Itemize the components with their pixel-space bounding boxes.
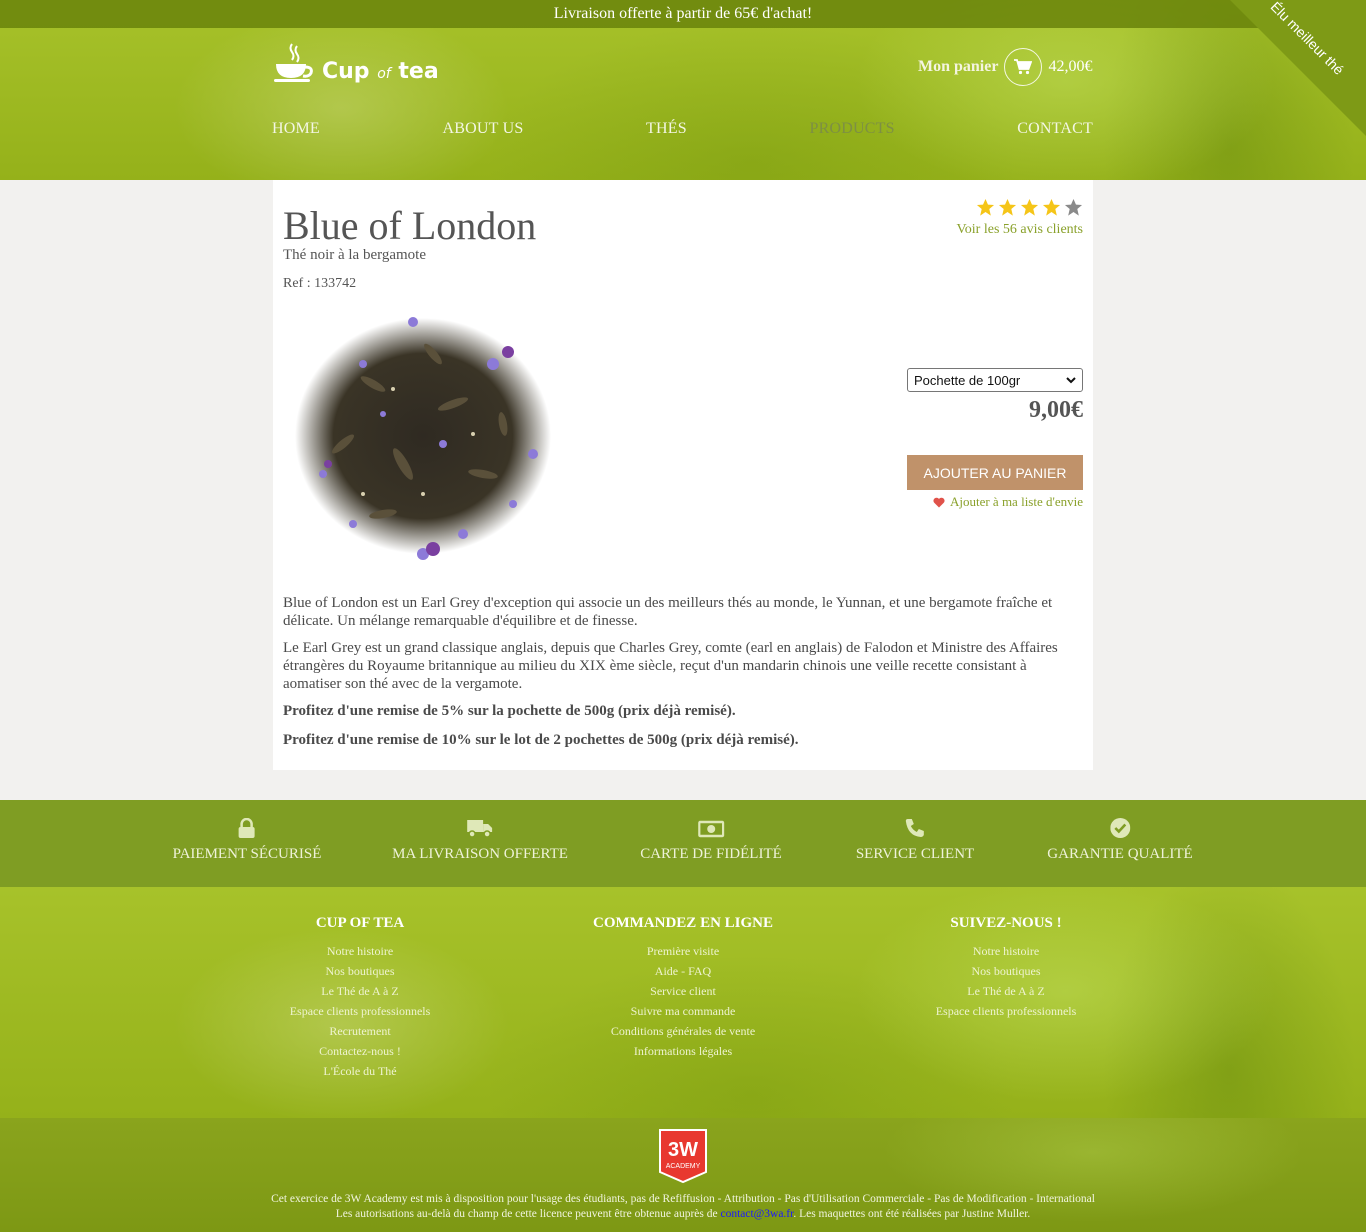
- rating-stars: [976, 198, 1083, 217]
- service-loyalty-card: CARTE DE FIDÉLITÉ: [640, 818, 782, 863]
- footer-link[interactable]: Conditions générales de vente: [593, 1021, 773, 1041]
- lock-icon: [239, 818, 255, 838]
- footer-link[interactable]: Espace clients professionnels: [936, 1001, 1077, 1021]
- format-select[interactable]: Pochette de 100gr: [907, 368, 1083, 392]
- service-quality-guarantee: GARANTIE QUALITÉ: [1047, 818, 1193, 863]
- product-image: [283, 294, 567, 578]
- phone-icon: [906, 819, 924, 837]
- footer-col-order-online: COMMANDEZ EN LIGNE Première visite Aide …: [593, 915, 773, 1061]
- site-footer: CUP OF TEA Notre histoire Nos boutiques …: [0, 887, 1366, 1118]
- site-logo[interactable]: Cup of tea: [272, 40, 439, 86]
- service-secure-payment: PAIEMENT SÉCURISÉ: [173, 818, 321, 863]
- footer-link[interactable]: Notre histoire: [290, 941, 431, 961]
- footer-link[interactable]: Contactez-nous !: [290, 1041, 431, 1061]
- teacup-icon: [274, 43, 313, 82]
- footer-heading: SUIVEZ-NOUS !: [950, 915, 1062, 931]
- add-to-cart-button[interactable]: AJOUTER AU PANIER: [907, 455, 1083, 490]
- footer-link[interactable]: Espace clients professionnels: [290, 1001, 431, 1021]
- best-tea-ribbon: Élu meilleur thé: [1230, 0, 1366, 136]
- nav-products[interactable]: PRODUCTS: [809, 120, 894, 138]
- nav-contact[interactable]: CONTACT: [1017, 120, 1093, 138]
- nav-thes[interactable]: THÉS: [646, 120, 687, 138]
- footer-link[interactable]: Nos boutiques: [936, 961, 1077, 981]
- chevron-down-icon: [1066, 376, 1076, 383]
- product-description: Blue of London est un Earl Grey d'except…: [283, 594, 1073, 760]
- wishlist-label: Ajouter à ma liste d'envie: [949, 494, 1083, 509]
- check-circle-icon: [1109, 818, 1130, 838]
- brand-name: Cup of tea: [322, 59, 439, 84]
- contact-email-link[interactable]: contact@3wa.fr: [720, 1208, 793, 1220]
- cart-summary[interactable]: Mon panier 42,00€: [918, 48, 1092, 86]
- footer-link[interactable]: Le Thé de A à Z: [290, 981, 431, 1001]
- footer-link[interactable]: Suivre ma commande: [593, 1001, 773, 1021]
- format-select-value: Pochette de 100gr: [914, 372, 1021, 388]
- heart-icon: [933, 497, 945, 507]
- product-price: 9,00€: [1029, 397, 1083, 423]
- footer-link[interactable]: Notre histoire: [936, 941, 1077, 961]
- footer-link[interactable]: Nos boutiques: [290, 961, 431, 981]
- legal-section: 3W ACADEMY Cet exercice de 3W Academy es…: [0, 1118, 1366, 1232]
- nav-home[interactable]: HOME: [272, 120, 320, 138]
- description-paragraph: Le Earl Grey est un grand classique angl…: [283, 640, 1058, 692]
- footer-link[interactable]: Service client: [593, 981, 773, 1001]
- offer-text: Profitez d'une remise de 10% sur le lot …: [283, 732, 799, 748]
- free-shipping-banner: Livraison offerte à partir de 65€ d'acha…: [0, 0, 1366, 28]
- reviews-link[interactable]: Voir les 56 avis clients: [956, 222, 1083, 238]
- cart-label: Mon panier: [918, 58, 999, 75]
- star-icon: [1042, 198, 1061, 216]
- star-empty-icon: [1064, 198, 1083, 216]
- services-band: PAIEMENT SÉCURISÉ MA LIVRAISON OFFERTE C…: [0, 800, 1366, 887]
- svg-text:3W: 3W: [668, 1139, 698, 1161]
- product-title: Blue of London: [283, 203, 537, 248]
- cart-total: 42,00€: [1048, 58, 1093, 75]
- product-ref: Ref : 133742: [283, 276, 357, 291]
- star-icon: [998, 198, 1017, 216]
- description-paragraph: Blue of London est un Earl Grey d'except…: [283, 595, 1053, 629]
- license-text: Cet exercice de 3W Academy est mis à dis…: [271, 1193, 1095, 1220]
- add-to-wishlist-link[interactable]: Ajouter à ma liste d'envie: [933, 494, 1083, 510]
- 3w-academy-logo[interactable]: 3W ACADEMY: [658, 1128, 708, 1184]
- footer-link[interactable]: Aide - FAQ: [593, 961, 773, 981]
- footer-link[interactable]: Informations légales: [593, 1041, 773, 1061]
- product-subtitle: Thé noir à la bergamote: [283, 247, 426, 263]
- service-free-delivery: MA LIVRAISON OFFERTE: [392, 818, 568, 863]
- footer-link[interactable]: L'École du Thé: [290, 1061, 431, 1081]
- svg-text:ACADEMY: ACADEMY: [666, 1163, 701, 1170]
- footer-link[interactable]: Recrutement: [290, 1021, 431, 1041]
- nav-about-us[interactable]: ABOUT US: [443, 120, 524, 138]
- offer-text: Profitez d'une remise de 5% sur la poche…: [283, 703, 736, 719]
- footer-link[interactable]: Première visite: [593, 941, 773, 961]
- star-icon: [1020, 198, 1039, 216]
- footer-heading: CUP OF TEA: [315, 915, 405, 931]
- star-icon: [976, 198, 995, 216]
- cart-icon[interactable]: [1004, 48, 1043, 86]
- service-customer-service: SERVICE CLIENT: [856, 818, 974, 863]
- footer-link[interactable]: Le Thé de A à Z: [936, 981, 1077, 1001]
- footer-col-follow-us: SUIVEZ-NOUS ! Notre histoire Nos boutiqu…: [936, 915, 1077, 1021]
- money-icon: [697, 820, 724, 838]
- product-card: Blue of London Thé noir à la bergamote R…: [273, 180, 1093, 770]
- footer-col-cup-of-tea: CUP OF TEA Notre histoire Nos boutiques …: [290, 915, 431, 1081]
- footer-heading: COMMANDEZ EN LIGNE: [592, 915, 774, 931]
- main-nav: HOME ABOUT US THÉS PRODUCTS CONTACT: [272, 120, 1093, 138]
- truck-icon: [467, 820, 492, 838]
